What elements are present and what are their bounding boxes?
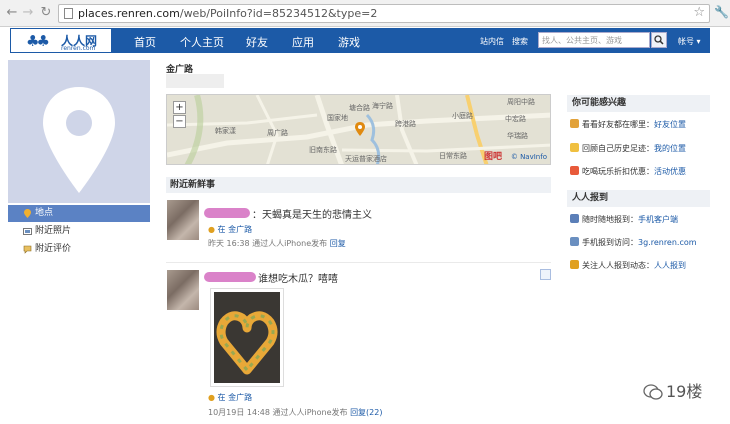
divider	[166, 262, 551, 263]
nearby-section-title: 附近新鲜事	[166, 177, 551, 193]
site-logo[interactable]: ♣♣ 人人网 renren.com	[10, 28, 112, 53]
interest-item[interactable]: 看看好友都在哪里：好友位置	[570, 119, 686, 130]
nav-games[interactable]: 游戏	[338, 34, 360, 50]
post-text: ：天蝎真是天生的悲情主义	[252, 210, 372, 221]
map-zoom-out-button[interactable]: −	[173, 115, 186, 128]
map-label: 周阳中路	[507, 98, 535, 106]
url-text: places.renren.com/web/PoiInfo?id=8523451…	[78, 7, 378, 20]
search-icon	[654, 35, 664, 45]
map-label: 海宁路	[372, 102, 393, 110]
sidebar-item-place[interactable]: 地点	[8, 205, 150, 222]
map-label: 周广路	[267, 129, 288, 137]
interest-item[interactable]: 回顾自己历史足迹：我的位置	[570, 143, 686, 154]
map-label: 旧南东路	[309, 146, 337, 154]
checkin-section-title: 人人报到	[567, 190, 710, 207]
sidebar-item-nearby-photos[interactable]: 附近照片	[8, 223, 150, 240]
logo-subtext: renren.com	[61, 45, 96, 52]
location-pin-icon	[570, 260, 579, 269]
map-label: 跨港路	[395, 120, 416, 128]
checkin-item[interactable]: 手机报到访问：3g.renren.com	[570, 237, 697, 248]
chat-bubble-icon	[643, 384, 663, 400]
photo-icon	[23, 228, 32, 235]
reply-link[interactable]: 回复(22)	[350, 408, 382, 417]
mobile-phone-icon	[570, 214, 579, 223]
map-copyright: © NavInfo	[510, 153, 547, 161]
reply-link[interactable]: 回复	[330, 239, 346, 248]
post-text: 谁想吃木瓜？嘻嘻	[258, 274, 338, 285]
reload-icon[interactable]: ↻	[38, 5, 54, 21]
location-pin-icon	[43, 87, 115, 193]
location-pin-icon	[24, 209, 31, 218]
place-address-blurred	[166, 74, 224, 88]
post-location[interactable]: ● 在 金广路	[208, 392, 252, 403]
user-name-blurred[interactable]	[204, 208, 250, 218]
account-menu[interactable]: 帐号 ▾	[678, 36, 701, 47]
sidebar-item-label: 地点	[35, 208, 54, 218]
friends-location-icon	[570, 119, 579, 128]
map-label: 华瑞路	[507, 132, 528, 140]
interest-item[interactable]: 吃喝玩乐折扣优惠：活动优惠	[570, 166, 686, 177]
location-pin-icon: ●	[208, 393, 215, 402]
map-marker-icon[interactable]	[355, 122, 365, 136]
place-image	[8, 60, 150, 203]
nav-apps[interactable]: 应用	[292, 34, 314, 50]
map-label: 小庭路	[452, 112, 473, 120]
deals-icon	[570, 166, 579, 175]
post-location[interactable]: ● 在 金广路	[208, 224, 252, 235]
search-input[interactable]: 找人、公共主页、游戏	[538, 32, 650, 48]
forward-arrow-icon[interactable]: →	[20, 5, 36, 21]
nav-friends[interactable]: 好友	[246, 34, 268, 50]
heart-shape-image	[214, 292, 280, 383]
page-icon	[64, 8, 73, 19]
post-photo[interactable]	[210, 288, 284, 387]
nav-home[interactable]: 首页	[134, 34, 156, 50]
search-button[interactable]	[651, 32, 667, 48]
map-label: 国家地	[327, 114, 348, 122]
papaya-photo	[214, 292, 280, 383]
sidebar-item-label: 附近评价	[35, 244, 72, 254]
inbox-link[interactable]: 站内信	[480, 36, 504, 47]
post-meta: 昨天 16:38 通过人人iPhone发布 回复	[208, 239, 346, 248]
map-label: 天运普家酒店	[345, 155, 387, 163]
map-label: 韩家漾	[215, 127, 236, 135]
wrench-icon[interactable]: 🔧	[714, 5, 729, 19]
interest-section-title: 你可能感兴趣	[567, 95, 710, 112]
map-label: 塘合路	[349, 104, 370, 112]
collapse-icon[interactable]	[540, 269, 551, 280]
watermark: 19楼	[643, 378, 702, 402]
sidebar-item-label: 附近照片	[35, 226, 72, 236]
sidebar-item-nearby-reviews[interactable]: 附近评价	[8, 241, 150, 258]
logo-mark-icon: ♣♣	[26, 32, 50, 50]
history-icon	[570, 143, 579, 152]
checkin-item[interactable]: 随时随地报到：手机客户端	[570, 214, 678, 225]
back-arrow-icon[interactable]: ←	[4, 5, 20, 21]
map-zoom-in-button[interactable]: +	[173, 101, 186, 114]
address-bar[interactable]: places.renren.com/web/PoiInfo?id=8523451…	[58, 4, 710, 23]
post-meta: 10月19日 14:48 通过人人iPhone发布 回复(22)	[208, 408, 383, 417]
avatar[interactable]	[167, 200, 199, 240]
checkin-item[interactable]: 关注人人报到动态：人人报到	[570, 260, 686, 271]
avatar[interactable]	[167, 270, 199, 310]
nav-profile[interactable]: 个人主页	[180, 34, 224, 50]
map-label: 中宏路	[505, 115, 526, 123]
mobile-web-icon	[570, 237, 579, 246]
location-pin-icon: ●	[208, 225, 215, 234]
user-name-blurred[interactable]	[204, 272, 256, 282]
comment-icon	[23, 245, 32, 254]
bookmark-star-icon[interactable]: ☆	[693, 5, 705, 20]
map-view[interactable]: 韩家漾 周广路 国家地 海宁路 跨港路 塘合路 小庭路 周阳中路 天运普家酒店 …	[166, 94, 551, 165]
search-label: 搜索	[512, 37, 528, 46]
map-label: 日常东路	[439, 152, 467, 160]
map-provider-logo: 图吧	[483, 152, 502, 162]
